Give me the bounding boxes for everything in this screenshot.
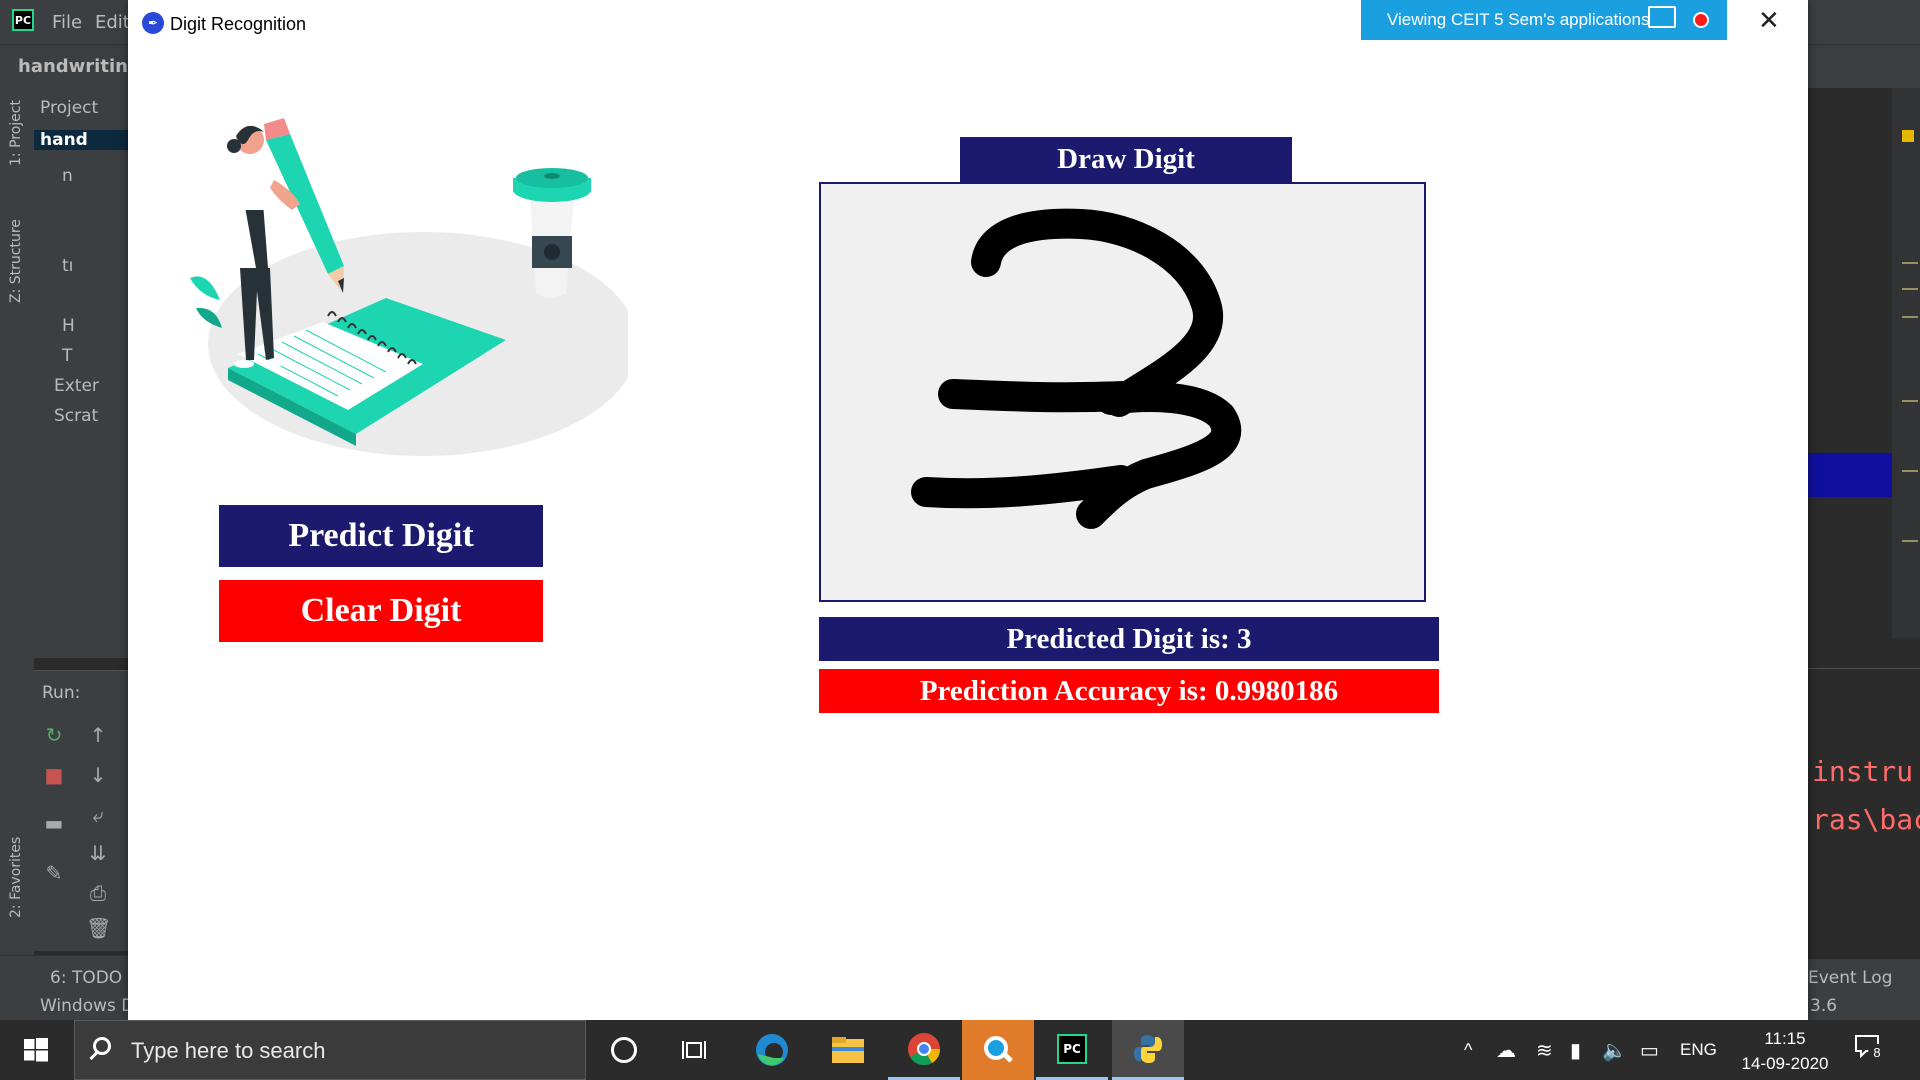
- tab-structure[interactable]: Z: Structure: [8, 219, 24, 303]
- prediction-accuracy-label: Prediction Accuracy is: 0.9980186: [819, 669, 1439, 713]
- tree-item-root[interactable]: hand: [34, 130, 130, 150]
- tree-item[interactable]: T: [62, 346, 72, 366]
- tree-item[interactable]: n: [62, 166, 73, 186]
- writing-illustration: [190, 118, 628, 456]
- run-panel: Run: ↻ ↑ ■ ↓ ⤶ ▬ ⇊ ✎ ⎙ 🗑: [34, 670, 130, 951]
- tree-item[interactable]: tı: [62, 256, 73, 276]
- window-title: Digit Recognition: [170, 14, 307, 34]
- predicted-digit-label: Predicted Digit is: 3: [819, 617, 1439, 661]
- taskbar-app-python[interactable]: [1112, 1020, 1184, 1080]
- app-feather-icon: ✒: [142, 12, 164, 34]
- handwritten-digit-strokes: [911, 208, 1242, 529]
- tab-windows[interactable]: Windows D: [40, 996, 134, 1016]
- tree-item[interactable]: H: [62, 316, 75, 336]
- clear-digit-button[interactable]: Clear Digit: [219, 580, 543, 642]
- drawing-canvas[interactable]: [819, 182, 1426, 602]
- taskbar-app-chrome[interactable]: [888, 1020, 960, 1080]
- editor-selection: [1808, 453, 1892, 497]
- run-label: Run:: [42, 683, 81, 703]
- windows-logo-icon: [24, 1038, 48, 1062]
- tree-item-scratches[interactable]: Scrat: [54, 406, 98, 426]
- language-indicator[interactable]: ENG: [1680, 1040, 1717, 1060]
- task-view-button[interactable]: [660, 1020, 732, 1080]
- notification-count-badge: 8: [1868, 1044, 1886, 1062]
- gutter-marker: [1902, 400, 1918, 402]
- show-hidden-icons-icon[interactable]: ^: [1464, 1040, 1472, 1061]
- scroll-to-end-icon[interactable]: ⇊: [86, 841, 110, 865]
- close-icon[interactable]: ✕: [1758, 6, 1780, 36]
- python-icon: [1134, 1034, 1162, 1063]
- task-view-icon: [682, 1041, 706, 1059]
- predict-digit-button[interactable]: Predict Digit: [219, 505, 543, 567]
- tab-favorites[interactable]: 2: Favorites: [8, 837, 24, 918]
- cortana-circle-icon: [611, 1037, 637, 1063]
- taskbar-app-file-explorer[interactable]: [812, 1020, 884, 1080]
- tree-item-external-libraries[interactable]: Exter: [54, 376, 99, 396]
- stop-icon[interactable]: ■: [42, 763, 66, 787]
- screen-share-app-icon: [984, 1036, 1013, 1063]
- editor-gutter: [1892, 88, 1920, 638]
- edge-icon: [756, 1034, 788, 1066]
- taskbar-app-edge[interactable]: [736, 1020, 808, 1080]
- pycharm-icon: PC: [1057, 1033, 1087, 1064]
- clock-time: 11:15: [1764, 1029, 1806, 1048]
- taskbar: Type here to search PC ^ ☁ ≋ ▮ 🔈 ▭ ENG 1…: [0, 1020, 1920, 1080]
- start-button[interactable]: [0, 1020, 72, 1080]
- print-icon[interactable]: ⎙: [86, 881, 110, 905]
- gutter-marker: [1902, 262, 1918, 264]
- digit-recognition-window: ✒ Digit Recognition ✕ Viewing CEIT 5 Sem…: [128, 0, 1808, 1020]
- up-arrow-icon[interactable]: ↑: [86, 723, 110, 747]
- wifi-icon[interactable]: ≋: [1536, 1038, 1553, 1063]
- screen-share-banner[interactable]: Viewing CEIT 5 Sem's applications: [1361, 0, 1727, 40]
- battery-icon[interactable]: ▭: [1640, 1038, 1659, 1063]
- pycharm-logo-icon: PC: [12, 9, 34, 31]
- clock-date: 14-09-2020: [1741, 1054, 1829, 1073]
- cortana-button[interactable]: [588, 1020, 660, 1080]
- gutter-marker: [1902, 470, 1918, 472]
- notification-center-button[interactable]: 8: [1854, 1034, 1890, 1066]
- search-icon: [93, 1037, 111, 1055]
- trash-icon[interactable]: 🗑: [86, 916, 111, 940]
- project-panel: Project hand n tı H T Exter Scrat: [34, 88, 130, 658]
- python-version: 3.6: [1810, 996, 1838, 1016]
- tab-project[interactable]: 1: Project: [8, 100, 24, 166]
- search-input[interactable]: Type here to search: [74, 1020, 586, 1080]
- down-arrow-icon[interactable]: ↓: [86, 763, 110, 787]
- gutter-marker: [1902, 316, 1918, 318]
- warning-marker-icon[interactable]: [1902, 130, 1914, 142]
- screen-share-icon[interactable]: [1648, 6, 1676, 28]
- gutter-marker: [1902, 540, 1918, 542]
- draw-digit-header: Draw Digit: [960, 137, 1292, 182]
- tab-todo[interactable]: 6: TODO: [50, 968, 122, 988]
- taskbar-app-screen-share[interactable]: [962, 1020, 1034, 1080]
- console-line: ras\bac: [1812, 803, 1920, 836]
- microphone-icon[interactable]: ▮: [1570, 1038, 1581, 1063]
- project-header[interactable]: Project: [40, 98, 98, 118]
- search-placeholder: Type here to search: [131, 1038, 326, 1063]
- menu-file[interactable]: File: [52, 12, 82, 33]
- menu-edit[interactable]: Edit: [95, 12, 130, 33]
- console-line: instru: [1812, 755, 1914, 788]
- layout-icon[interactable]: ▬: [42, 811, 66, 835]
- onedrive-icon[interactable]: ☁: [1496, 1038, 1516, 1063]
- ide-left-tool-strip: 1: Project Z: Structure 2: Favorites: [0, 88, 35, 1008]
- chrome-icon: [908, 1032, 941, 1065]
- gutter-marker: [1902, 288, 1918, 290]
- folder-icon: [832, 1037, 864, 1063]
- rerun-icon[interactable]: ↻: [42, 723, 66, 747]
- soft-wrap-icon[interactable]: ⤶: [86, 803, 110, 827]
- recording-icon: [1693, 12, 1709, 28]
- taskbar-clock[interactable]: 11:15 14-09-2020: [1730, 1026, 1840, 1076]
- tab-event-log[interactable]: Event Log: [1808, 968, 1892, 988]
- pin-icon[interactable]: ✎: [42, 861, 66, 885]
- taskbar-app-pycharm[interactable]: PC: [1036, 1020, 1108, 1080]
- volume-icon[interactable]: 🔈: [1602, 1038, 1627, 1063]
- share-banner-text: Viewing CEIT 5 Sem's applications: [1387, 10, 1650, 29]
